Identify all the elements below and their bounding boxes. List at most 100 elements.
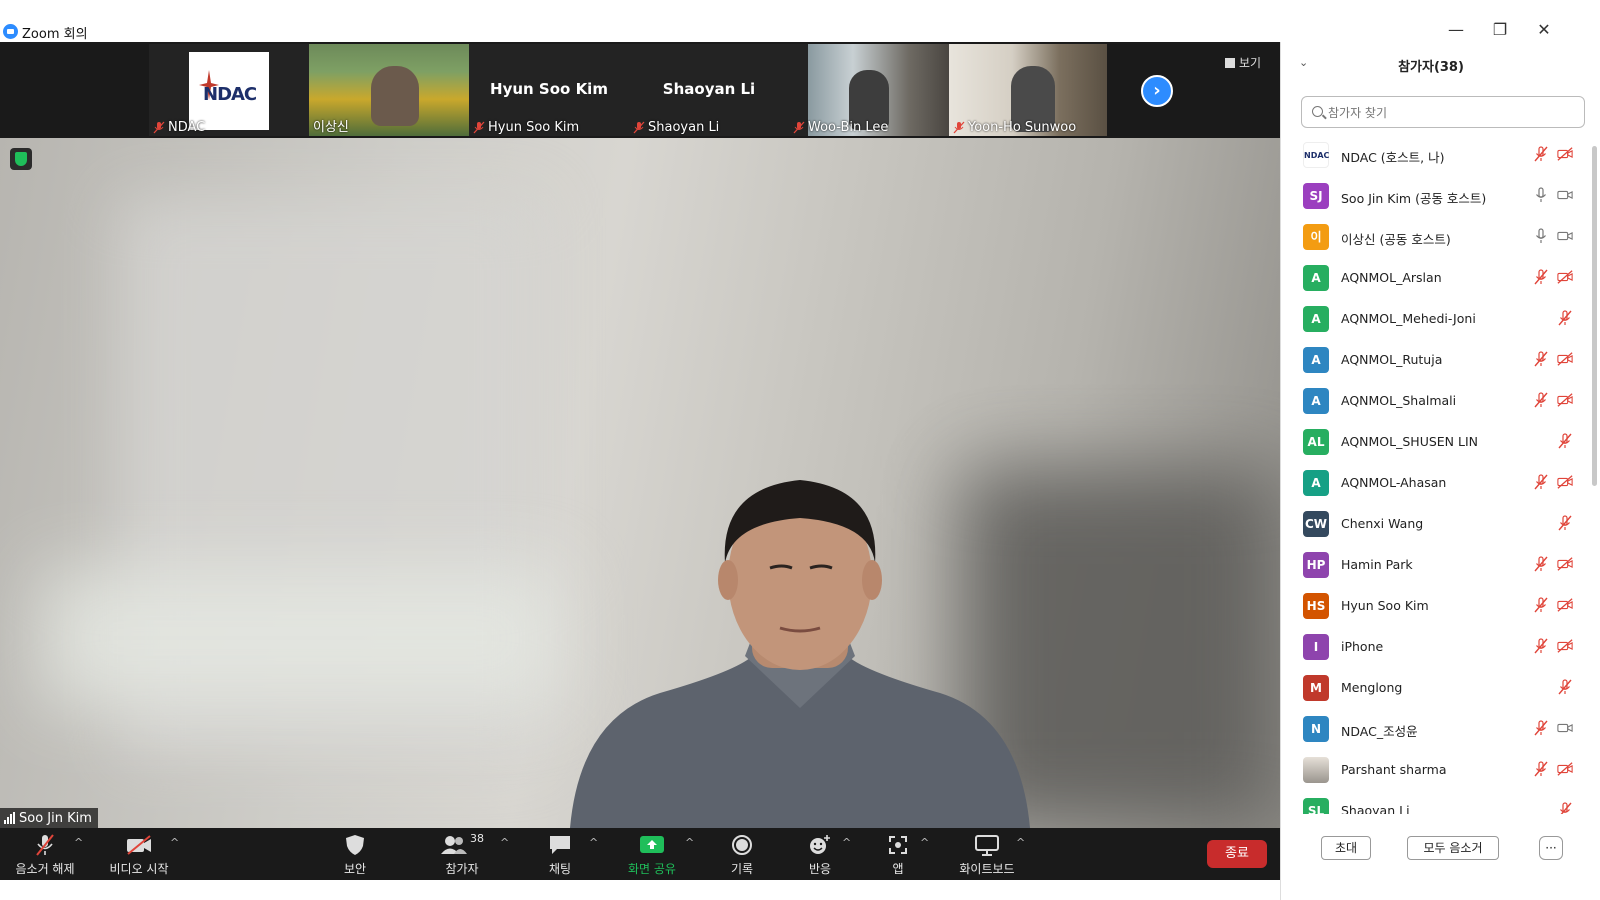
participant-row[interactable]: Parshant sharma (1281, 749, 1585, 790)
thumbnail-hyun-soo-kim[interactable]: Hyun Soo Kim Hyun Soo Kim (469, 44, 629, 136)
unmute-button[interactable]: 음소거 해제 (10, 832, 80, 877)
mic-muted-icon (953, 121, 965, 134)
thumbnail-ndac[interactable]: NDAC NDAC (149, 44, 309, 136)
participant-row[interactable]: SL Shaoyan Li (1281, 790, 1585, 814)
view-button[interactable]: 보기 (1225, 54, 1261, 71)
thumbnail-shaoyan-li[interactable]: Shaoyan Li Shaoyan Li (629, 44, 789, 136)
video-off-icon (1557, 270, 1573, 284)
minimize-icon[interactable]: — (1446, 20, 1466, 40)
mic-icon (1536, 228, 1546, 243)
participants-icon (441, 836, 467, 854)
emoji-reaction-icon (810, 835, 830, 854)
mic-muted-icon (1534, 720, 1548, 736)
reactions-options-caret[interactable]: ^ (842, 836, 851, 849)
participant-row[interactable]: CW Chenxi Wang (1281, 503, 1585, 544)
security-shield-icon[interactable] (10, 148, 32, 170)
video-icon (1557, 723, 1573, 733)
chevron-right-icon: › (1153, 80, 1161, 101)
participant-row[interactable]: NDAC NDAC (호스트, 나) (1281, 134, 1585, 175)
record-button[interactable]: 기록 (722, 832, 762, 877)
participants-count-badge: 38 (470, 832, 484, 845)
participant-row[interactable]: SJ Soo Jin Kim (공동 호스트) (1281, 175, 1585, 216)
chat-options-caret[interactable]: ^ (589, 836, 598, 849)
thumbnail-woo-bin-lee[interactable]: Woo-Bin Lee (789, 44, 949, 136)
participants-options-caret[interactable]: ^ (500, 836, 509, 849)
participant-name: Hamin Park (1341, 557, 1413, 572)
participant-name: AQNMOL_Arslan (1341, 270, 1442, 285)
participant-name: Menglong (1341, 680, 1403, 695)
mic-muted-icon (1560, 802, 1572, 814)
ndac-logo: NDAC (189, 52, 269, 130)
participant-name: iPhone (1341, 639, 1384, 654)
mute-all-button[interactable]: 모두 음소거 (1407, 836, 1499, 860)
participant-row[interactable]: A AQNMOL_Mehedi-Joni (1281, 298, 1585, 339)
avatar: 이 (1303, 224, 1329, 250)
thumbnail-name-label: 이상신 (313, 120, 349, 135)
participant-row[interactable]: N NDAC_조성윤 (1281, 708, 1585, 749)
participant-search-field[interactable] (1301, 96, 1585, 128)
participants-button[interactable]: 38 참가자 (430, 832, 494, 877)
participant-row[interactable]: 이 이상신 (공동 호스트) (1281, 216, 1585, 257)
chat-button[interactable]: 채팅 (540, 832, 580, 877)
participants-panel-footer: 초대 모두 음소거 ··· (1281, 832, 1600, 872)
close-icon[interactable]: ✕ (1534, 20, 1554, 40)
video-off-icon (1557, 475, 1573, 489)
mic-muted-icon (1534, 351, 1548, 367)
avatar: AL (1303, 429, 1329, 455)
apps-options-caret[interactable]: ^ (920, 836, 929, 849)
next-page-button[interactable]: › (1141, 75, 1173, 107)
participant-row[interactable]: A AQNMOL_Shalmali (1281, 380, 1585, 421)
mic-muted-icon (1534, 556, 1548, 572)
participant-name: Soo Jin Kim (공동 호스트) (1341, 191, 1487, 206)
thumbnail-lee-sangsin[interactable]: 이상신 (309, 44, 469, 136)
thumbnail-name-label: Woo-Bin Lee (793, 120, 888, 135)
apps-icon (889, 836, 907, 854)
shield-icon (346, 835, 364, 855)
video-off-icon (1557, 762, 1573, 776)
participant-name: Shaoyan Li (1341, 803, 1410, 814)
reactions-button[interactable]: 반응 (800, 832, 840, 877)
avatar: SL (1303, 798, 1329, 814)
restore-icon[interactable]: ❐ (1490, 20, 1510, 40)
apps-button[interactable]: 앱 (880, 832, 916, 877)
video-off-icon (127, 835, 151, 855)
participant-row[interactable]: IiPhone (1281, 626, 1585, 667)
video-off-icon (1557, 557, 1573, 571)
video-options-caret[interactable]: ^ (170, 836, 179, 849)
mic-muted-icon (1534, 392, 1548, 408)
thumbnail-yoon-ho-sunwoo[interactable]: Yoon-Ho Sunwoo (949, 44, 1107, 136)
signal-strength-icon (4, 812, 15, 824)
participant-name: Parshant sharma (1341, 762, 1447, 777)
security-button[interactable]: 보안 (330, 832, 380, 877)
participant-search-input[interactable] (1328, 103, 1578, 123)
participant-row[interactable]: M Menglong (1281, 667, 1585, 708)
share-screen-button[interactable]: 화면 공유 (620, 832, 684, 877)
participant-row[interactable]: HP Hamin Park (1281, 544, 1585, 585)
title-bar: Zoom 회의 — ❐ ✕ (0, 0, 1600, 42)
video-off-icon (1557, 393, 1573, 407)
end-meeting-button[interactable]: 종료 (1207, 840, 1267, 868)
speaker-video-figure (570, 480, 1030, 828)
share-options-caret[interactable]: ^ (685, 836, 694, 849)
participant-list-scrollbar[interactable] (1592, 146, 1597, 486)
participant-row[interactable]: A AQNMOL_Arslan (1281, 257, 1585, 298)
participant-row[interactable]: AL AQNMOL_SHUSEN LIN (1281, 421, 1585, 462)
whiteboard-button[interactable]: 화이트보드 (950, 832, 1024, 877)
avatar: N (1303, 716, 1329, 742)
participant-row[interactable]: A AQNMOL-Ahasan (1281, 462, 1585, 503)
audio-options-caret[interactable]: ^ (74, 836, 83, 849)
zoom-logo-icon (3, 24, 18, 39)
avatar: A (1303, 388, 1329, 414)
participant-row[interactable]: A AQNMOL_Rutuja (1281, 339, 1585, 380)
participant-row[interactable]: HS Hyun Soo Kim (1281, 585, 1585, 626)
invite-button[interactable]: 초대 (1321, 836, 1371, 860)
participants-panel-title: 참가자(38) (1398, 60, 1464, 75)
mic-muted-icon (153, 121, 165, 134)
start-video-button[interactable]: 비디오 시작 (103, 832, 175, 877)
mic-muted-icon (36, 834, 54, 856)
avatar: SJ (1303, 183, 1329, 209)
mic-icon (1536, 187, 1546, 202)
mic-muted-icon (1534, 474, 1548, 490)
whiteboard-options-caret[interactable]: ^ (1016, 836, 1025, 849)
more-options-button[interactable]: ··· (1539, 836, 1563, 860)
